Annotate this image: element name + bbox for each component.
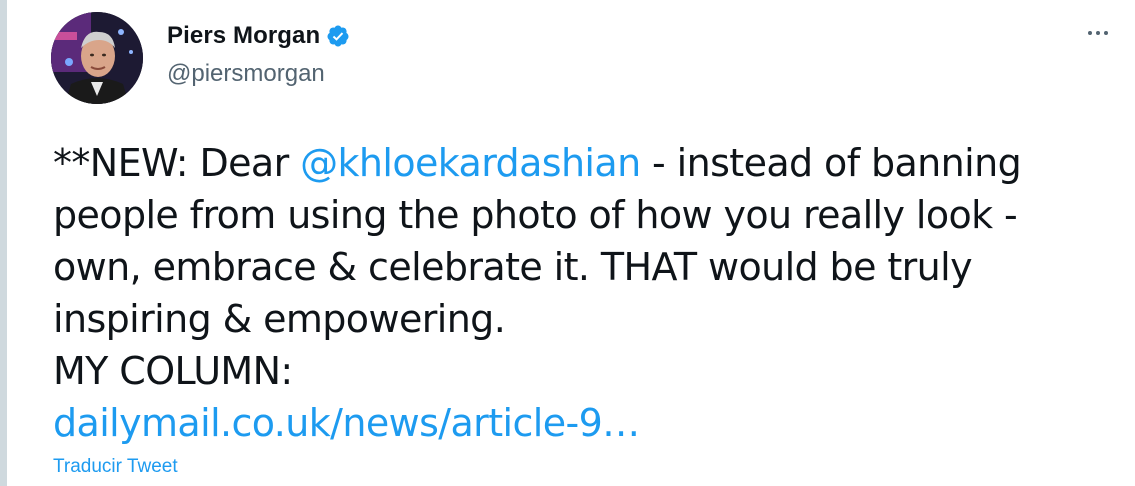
tweet-text-prefix: **NEW: Dear (53, 141, 301, 185)
author-name-row[interactable]: Piers Morgan (167, 22, 350, 50)
more-options-icon[interactable] (1083, 18, 1113, 48)
more-dot (1096, 31, 1100, 35)
article-link[interactable]: dailymail.co.uk/news/article-9… (53, 397, 1093, 449)
tweet-text: **NEW: Dear @khloekardashian - instead o… (53, 137, 1093, 449)
tweet-line-5: MY COLUMN: (53, 349, 293, 393)
mention-link[interactable]: @khloekardashian (300, 141, 641, 185)
tweet-line-4: inspiring & empowering. (53, 297, 506, 341)
tweet-text-suffix: - instead of banning (640, 141, 1022, 185)
tweet-line-1: **NEW: Dear @khloekardashian - instead o… (53, 137, 1093, 189)
avatar[interactable] (51, 12, 143, 104)
more-dot (1088, 31, 1092, 35)
more-dot (1104, 31, 1108, 35)
tweet-line-2: people from using the photo of how you r… (53, 193, 1018, 237)
verified-badge-icon (326, 24, 350, 48)
tweet-card: Piers Morgan @piersmorgan **NEW: Dear @k… (0, 0, 1135, 486)
tweet-line-3: own, embrace & celebrate it. THAT would … (53, 245, 973, 289)
author-handle[interactable]: @piersmorgan (167, 60, 325, 88)
author-display-name[interactable]: Piers Morgan (167, 22, 320, 50)
translate-tweet-button[interactable]: Traducir Tweet (53, 456, 178, 478)
